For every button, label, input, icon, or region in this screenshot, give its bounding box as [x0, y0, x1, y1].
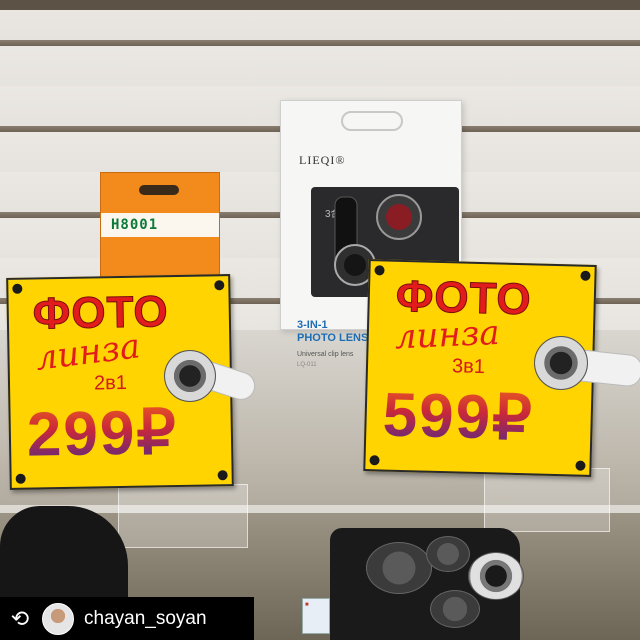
wall-top-rail [0, 0, 640, 10]
pin [369, 455, 380, 466]
avatar[interactable] [42, 602, 74, 635]
lens-cap [366, 542, 432, 594]
lens-ring [164, 350, 216, 402]
pin [575, 460, 586, 471]
pin [15, 473, 26, 484]
repost-attribution[interactable]: ⟲ chayan_soyan [0, 597, 254, 640]
lens-box-logo: LIEQI® [299, 153, 346, 167]
pin [217, 470, 228, 481]
hang-hole [139, 185, 179, 195]
lens-box-title: 3-IN-1 PHOTO LENS [297, 319, 368, 345]
hang-tab [341, 111, 403, 131]
tag-linza-text: линза [394, 312, 501, 358]
loose-clip-lens [468, 552, 524, 600]
lens-box-code: LQ-011 [297, 362, 317, 368]
lens-box-title-line1: 3-IN-1 [297, 319, 328, 331]
repost-username[interactable]: chayan_soyan [84, 608, 207, 630]
repost-icon[interactable]: ⟲ [8, 606, 32, 631]
pin [374, 265, 385, 276]
clip-lens-left [160, 346, 259, 416]
acrylic-stand-left [118, 484, 248, 548]
orange-box-brand: H8001 [111, 217, 159, 233]
pin [580, 270, 591, 281]
lens-box-title-line2: PHOTO LENS [297, 332, 369, 344]
lens-box-subtitle: Universal clip lens [297, 351, 354, 358]
lens-cap [426, 536, 470, 572]
tag-price: 599₽ [382, 377, 535, 454]
clip-lens-right [528, 332, 640, 398]
pin [214, 280, 225, 291]
photo-scene: H8001 LIEQI® 3合 3-IN-1 PHOTO LENS Univer… [0, 0, 640, 640]
sticker-mark: ■ [305, 602, 309, 608]
tag-count-text: 3в1 [451, 355, 486, 379]
lens-ring [534, 336, 588, 390]
acrylic-stand-right [484, 468, 610, 532]
lens-cap [430, 590, 480, 628]
tag-price: 299₽ [26, 395, 178, 471]
price-sticker: ■ [302, 598, 330, 634]
tag-count-text: 2в1 [93, 371, 128, 395]
pin [12, 283, 23, 294]
